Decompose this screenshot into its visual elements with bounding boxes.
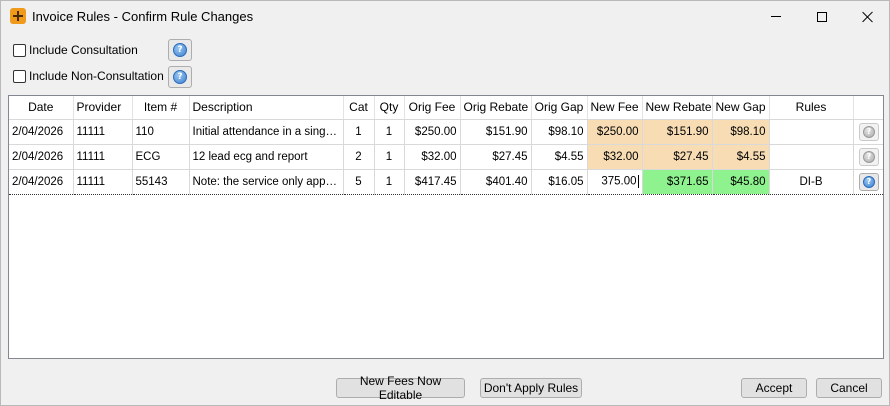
row-help-button[interactable]: ? bbox=[859, 147, 879, 166]
text-caret bbox=[637, 175, 639, 188]
cell-description[interactable]: 12 lead ecg and report bbox=[189, 144, 344, 170]
minimize-icon bbox=[771, 16, 781, 17]
cell-new-gap[interactable]: $4.55 bbox=[712, 144, 770, 170]
cell-orig-fee[interactable]: $417.45 bbox=[404, 168, 461, 195]
col-header-help bbox=[853, 96, 883, 120]
cell-orig-fee[interactable]: $250.00 bbox=[404, 119, 461, 145]
cell-provider[interactable]: 11111 bbox=[73, 168, 133, 195]
include-non-consultation-checkbox[interactable]: Include Non-Consultation bbox=[13, 68, 164, 84]
close-icon bbox=[862, 11, 874, 23]
cell-date[interactable]: 2/04/2026 bbox=[9, 144, 74, 170]
table-row-selected[interactable]: 2/04/2026 11111 55143 Note: the service … bbox=[9, 168, 883, 195]
col-header-description[interactable]: Description bbox=[189, 96, 344, 120]
cell-cat[interactable]: 1 bbox=[343, 119, 375, 145]
cell-rules[interactable]: DI-B bbox=[769, 168, 854, 195]
cell-new-fee-editor[interactable]: 375.00 bbox=[587, 168, 643, 195]
cell-new-rebate[interactable]: $371.65 bbox=[642, 168, 713, 195]
grid-header-row: Date Provider Item # Description Cat Qty… bbox=[9, 96, 883, 120]
help-icon: ? bbox=[173, 43, 187, 57]
table-row[interactable]: 2/04/2026 11111 ECG 12 lead ecg and repo… bbox=[9, 144, 883, 170]
cell-new-fee[interactable]: $32.00 bbox=[587, 144, 643, 170]
rule-changes-grid[interactable]: Date Provider Item # Description Cat Qty… bbox=[8, 95, 884, 359]
cell-cat[interactable]: 5 bbox=[343, 168, 375, 195]
cell-rules[interactable] bbox=[769, 119, 854, 145]
cell-orig-gap[interactable]: $16.05 bbox=[531, 168, 588, 195]
accept-button[interactable]: Accept bbox=[741, 378, 807, 398]
cell-rules[interactable] bbox=[769, 144, 854, 170]
include-non-consultation-label: Include Non-Consultation bbox=[29, 69, 164, 83]
help-icon: ? bbox=[863, 175, 875, 188]
dont-apply-rules-button[interactable]: Don't Apply Rules bbox=[480, 378, 582, 398]
col-header-provider[interactable]: Provider bbox=[73, 96, 133, 120]
cell-description[interactable]: Initial attendance in a single course of… bbox=[189, 119, 344, 145]
col-header-new-gap[interactable]: New Gap bbox=[712, 96, 770, 120]
col-header-new-rebate[interactable]: New Rebate bbox=[642, 96, 713, 120]
cell-orig-rebate[interactable]: $401.40 bbox=[460, 168, 532, 195]
cell-orig-rebate[interactable]: $151.90 bbox=[460, 119, 532, 145]
non-consultation-help-button[interactable]: ? bbox=[168, 66, 192, 88]
cancel-button[interactable]: Cancel bbox=[816, 378, 882, 398]
cell-item[interactable]: 110 bbox=[132, 119, 190, 145]
cell-help: ? bbox=[853, 119, 883, 145]
checkbox-box[interactable] bbox=[13, 43, 26, 57]
include-consultation-checkbox[interactable]: Include Consultation bbox=[13, 42, 138, 58]
cell-provider[interactable]: 11111 bbox=[73, 144, 133, 170]
col-header-orig-fee[interactable]: Orig Fee bbox=[404, 96, 461, 120]
cell-qty[interactable]: 1 bbox=[374, 168, 405, 195]
row-help-button[interactable]: ? bbox=[859, 172, 879, 191]
cell-orig-rebate[interactable]: $27.45 bbox=[460, 144, 532, 170]
cell-date[interactable]: 2/04/2026 bbox=[9, 119, 74, 145]
dialog-window: Invoice Rules - Confirm Rule Changes Inc… bbox=[0, 0, 890, 406]
cell-qty[interactable]: 1 bbox=[374, 144, 405, 170]
new-fees-editable-button[interactable]: New Fees Now Editable bbox=[336, 374, 465, 402]
cell-new-rebate[interactable]: $27.45 bbox=[642, 144, 713, 170]
consultation-help-button[interactable]: ? bbox=[168, 39, 192, 61]
cell-orig-fee[interactable]: $32.00 bbox=[404, 144, 461, 170]
maximize-icon bbox=[817, 11, 827, 22]
cell-date[interactable]: 2/04/2026 bbox=[9, 168, 74, 195]
col-header-item[interactable]: Item # bbox=[132, 96, 190, 120]
cell-provider[interactable]: 11111 bbox=[73, 119, 133, 145]
close-button[interactable] bbox=[845, 1, 890, 32]
cell-item[interactable]: ECG bbox=[132, 144, 190, 170]
help-icon: ? bbox=[863, 150, 875, 163]
cell-cat[interactable]: 2 bbox=[343, 144, 375, 170]
minimize-button[interactable] bbox=[753, 1, 799, 32]
cell-item[interactable]: 55143 bbox=[132, 168, 190, 195]
table-row[interactable]: 2/04/2026 11111 110 Initial attendance i… bbox=[9, 119, 883, 145]
cell-new-rebate[interactable]: $151.90 bbox=[642, 119, 713, 145]
cell-orig-gap[interactable]: $98.10 bbox=[531, 119, 588, 145]
cell-help: ? bbox=[853, 168, 883, 195]
help-icon: ? bbox=[863, 125, 875, 138]
cell-orig-gap[interactable]: $4.55 bbox=[531, 144, 588, 170]
checkbox-box[interactable] bbox=[13, 69, 26, 83]
col-header-rules[interactable]: Rules bbox=[769, 96, 854, 120]
help-icon: ? bbox=[173, 70, 187, 84]
cell-new-gap[interactable]: $98.10 bbox=[712, 119, 770, 145]
col-header-date[interactable]: Date bbox=[9, 96, 74, 120]
col-header-orig-gap[interactable]: Orig Gap bbox=[531, 96, 588, 120]
cell-qty[interactable]: 1 bbox=[374, 119, 405, 145]
title-bar: Invoice Rules - Confirm Rule Changes bbox=[1, 1, 889, 32]
cell-description[interactable]: Note: the service only applies when bbox=[189, 168, 344, 195]
row-help-button[interactable]: ? bbox=[859, 122, 879, 141]
col-header-cat[interactable]: Cat bbox=[343, 96, 375, 120]
new-fee-input-value[interactable]: 375.00 bbox=[601, 176, 636, 188]
col-header-orig-rebate[interactable]: Orig Rebate bbox=[460, 96, 532, 120]
window-title: Invoice Rules - Confirm Rule Changes bbox=[32, 9, 254, 24]
include-consultation-label: Include Consultation bbox=[29, 43, 138, 57]
cell-new-fee[interactable]: $250.00 bbox=[587, 119, 643, 145]
maximize-button[interactable] bbox=[799, 1, 845, 32]
col-header-new-fee[interactable]: New Fee bbox=[587, 96, 643, 120]
col-header-qty[interactable]: Qty bbox=[374, 96, 405, 120]
cell-new-gap[interactable]: $45.80 bbox=[712, 168, 770, 195]
cell-help: ? bbox=[853, 144, 883, 170]
app-icon bbox=[10, 8, 26, 24]
